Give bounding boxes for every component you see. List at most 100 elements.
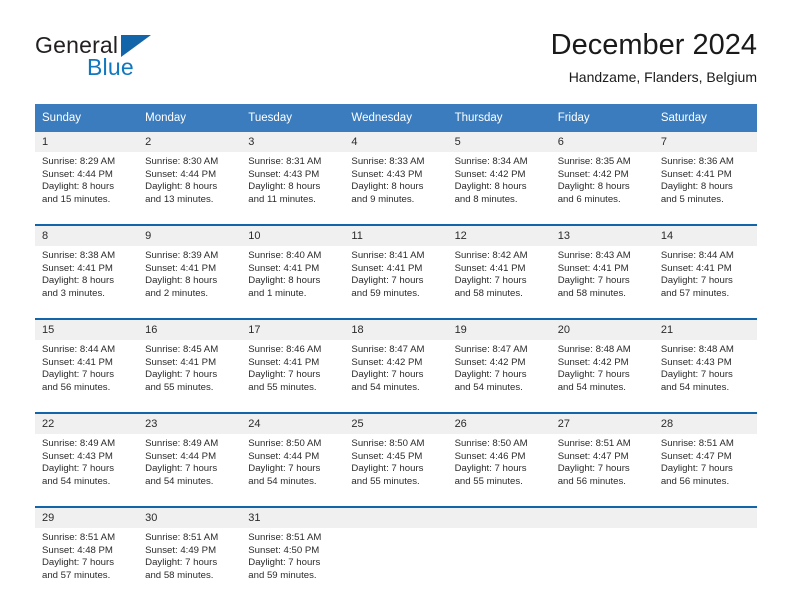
week-row-details: Sunrise: 8:38 AM Sunset: 4:41 PM Dayligh… — [35, 246, 757, 319]
day-number[interactable]: 27 — [550, 412, 654, 434]
day-number[interactable]: 15 — [35, 318, 139, 340]
day-cell[interactable]: Sunrise: 8:47 AM Sunset: 4:42 PM Dayligh… — [344, 340, 448, 413]
day-cell-empty — [550, 528, 654, 600]
day-number[interactable]: 11 — [344, 224, 448, 246]
daylight-text-line2: and 54 minutes. — [248, 475, 317, 487]
day-cell[interactable]: Sunrise: 8:35 AM Sunset: 4:42 PM Dayligh… — [550, 152, 654, 225]
day-cell[interactable]: Sunrise: 8:50 AM Sunset: 4:46 PM Dayligh… — [447, 434, 551, 507]
day-cell[interactable]: Sunrise: 8:48 AM Sunset: 4:42 PM Dayligh… — [550, 340, 654, 413]
sunset-text: Sunset: 4:42 PM — [454, 356, 526, 368]
day-number[interactable]: 20 — [550, 318, 654, 340]
day-number[interactable]: 5 — [447, 132, 551, 152]
weekday-header-saturday: Saturday — [653, 104, 757, 132]
day-number[interactable]: 10 — [241, 224, 345, 246]
daylight-text-line1: Daylight: 8 hours — [248, 181, 321, 193]
day-cell[interactable]: Sunrise: 8:30 AM Sunset: 4:44 PM Dayligh… — [138, 152, 242, 225]
day-number[interactable]: 9 — [138, 224, 242, 246]
sunrise-text: Sunrise: 8:51 AM — [248, 532, 322, 543]
daylight-text-line1: Daylight: 8 hours — [660, 181, 733, 193]
sunset-text: Sunset: 4:46 PM — [454, 450, 526, 462]
sunset-text: Sunset: 4:42 PM — [351, 356, 423, 368]
sunrise-text: Sunrise: 8:51 AM — [557, 438, 631, 449]
sunrise-text: Sunrise: 8:33 AM — [351, 156, 425, 167]
day-cell[interactable]: Sunrise: 8:41 AM Sunset: 4:41 PM Dayligh… — [344, 246, 448, 319]
daylight-text-line1: Daylight: 7 hours — [145, 557, 218, 569]
week-row-details: Sunrise: 8:44 AM Sunset: 4:41 PM Dayligh… — [35, 340, 757, 413]
day-cell[interactable]: Sunrise: 8:51 AM Sunset: 4:47 PM Dayligh… — [653, 434, 757, 507]
day-cell[interactable]: Sunrise: 8:36 AM Sunset: 4:41 PM Dayligh… — [653, 152, 757, 225]
day-cell[interactable]: Sunrise: 8:39 AM Sunset: 4:41 PM Dayligh… — [138, 246, 242, 319]
daylight-text-line1: Daylight: 7 hours — [351, 275, 424, 287]
sunset-text: Sunset: 4:50 PM — [248, 544, 320, 556]
day-cell[interactable]: Sunrise: 8:51 AM Sunset: 4:49 PM Dayligh… — [138, 528, 242, 600]
day-cell[interactable]: Sunrise: 8:34 AM Sunset: 4:42 PM Dayligh… — [447, 152, 551, 225]
day-cell[interactable]: Sunrise: 8:31 AM Sunset: 4:43 PM Dayligh… — [241, 152, 345, 225]
day-cell[interactable]: Sunrise: 8:49 AM Sunset: 4:43 PM Dayligh… — [35, 434, 139, 507]
sunrise-text: Sunrise: 8:35 AM — [557, 156, 631, 167]
sunrise-text: Sunrise: 8:34 AM — [454, 156, 528, 167]
daylight-text-line2: and 6 minutes. — [557, 193, 621, 205]
day-cell[interactable]: Sunrise: 8:51 AM Sunset: 4:50 PM Dayligh… — [241, 528, 345, 600]
day-number[interactable]: 2 — [138, 132, 242, 152]
day-number[interactable]: 18 — [344, 318, 448, 340]
day-number[interactable]: 28 — [653, 412, 757, 434]
day-cell[interactable]: Sunrise: 8:44 AM Sunset: 4:41 PM Dayligh… — [653, 246, 757, 319]
day-cell[interactable]: Sunrise: 8:49 AM Sunset: 4:44 PM Dayligh… — [138, 434, 242, 507]
sunrise-text: Sunrise: 8:51 AM — [145, 532, 219, 543]
day-number[interactable]: 31 — [241, 506, 345, 528]
day-cell[interactable]: Sunrise: 8:51 AM Sunset: 4:47 PM Dayligh… — [550, 434, 654, 507]
day-number[interactable]: 6 — [550, 132, 654, 152]
day-number[interactable]: 14 — [653, 224, 757, 246]
day-number[interactable]: 29 — [35, 506, 139, 528]
day-cell[interactable]: Sunrise: 8:46 AM Sunset: 4:41 PM Dayligh… — [241, 340, 345, 413]
daylight-text-line2: and 54 minutes. — [454, 381, 523, 393]
day-number[interactable]: 25 — [344, 412, 448, 434]
day-number[interactable]: 1 — [35, 132, 139, 152]
day-number[interactable]: 4 — [344, 132, 448, 152]
day-cell[interactable]: Sunrise: 8:29 AM Sunset: 4:44 PM Dayligh… — [35, 152, 139, 225]
daylight-text-line1: Daylight: 7 hours — [145, 369, 218, 381]
day-number-empty — [550, 506, 654, 528]
day-number[interactable]: 12 — [447, 224, 551, 246]
day-cell[interactable]: Sunrise: 8:38 AM Sunset: 4:41 PM Dayligh… — [35, 246, 139, 319]
day-number[interactable]: 21 — [653, 318, 757, 340]
day-number-empty — [447, 506, 551, 528]
sunrise-text: Sunrise: 8:45 AM — [145, 344, 219, 355]
day-number[interactable]: 16 — [138, 318, 242, 340]
day-number[interactable]: 19 — [447, 318, 551, 340]
day-number[interactable]: 23 — [138, 412, 242, 434]
daylight-text-line1: Daylight: 8 hours — [557, 181, 630, 193]
weekday-header-sunday: Sunday — [35, 104, 139, 132]
day-number[interactable]: 22 — [35, 412, 139, 434]
sunrise-text: Sunrise: 8:51 AM — [660, 438, 734, 449]
day-number[interactable]: 8 — [35, 224, 139, 246]
day-cell[interactable]: Sunrise: 8:40 AM Sunset: 4:41 PM Dayligh… — [241, 246, 345, 319]
day-cell[interactable]: Sunrise: 8:44 AM Sunset: 4:41 PM Dayligh… — [35, 340, 139, 413]
day-number[interactable]: 17 — [241, 318, 345, 340]
day-cell[interactable]: Sunrise: 8:47 AM Sunset: 4:42 PM Dayligh… — [447, 340, 551, 413]
day-cell[interactable]: Sunrise: 8:33 AM Sunset: 4:43 PM Dayligh… — [344, 152, 448, 225]
daylight-text-line1: Daylight: 7 hours — [351, 369, 424, 381]
day-cell[interactable]: Sunrise: 8:42 AM Sunset: 4:41 PM Dayligh… — [447, 246, 551, 319]
sunrise-text: Sunrise: 8:42 AM — [454, 250, 528, 261]
day-cell[interactable]: Sunrise: 8:43 AM Sunset: 4:41 PM Dayligh… — [550, 246, 654, 319]
day-number[interactable]: 3 — [241, 132, 345, 152]
day-cell[interactable]: Sunrise: 8:50 AM Sunset: 4:44 PM Dayligh… — [241, 434, 345, 507]
daylight-text-line1: Daylight: 8 hours — [248, 275, 321, 287]
sunset-text: Sunset: 4:41 PM — [42, 262, 113, 274]
day-number[interactable]: 30 — [138, 506, 242, 528]
daylight-text-line1: Daylight: 7 hours — [557, 275, 630, 287]
daylight-text-line2: and 58 minutes. — [557, 287, 626, 299]
daylight-text-line2: and 55 minutes. — [145, 381, 214, 393]
day-cell[interactable]: Sunrise: 8:50 AM Sunset: 4:45 PM Dayligh… — [344, 434, 448, 507]
general-blue-logo[interactable]: General Blue — [35, 32, 235, 84]
day-cell[interactable]: Sunrise: 8:51 AM Sunset: 4:48 PM Dayligh… — [35, 528, 139, 600]
day-number[interactable]: 7 — [653, 132, 757, 152]
sunset-text: Sunset: 4:47 PM — [557, 450, 629, 462]
day-number[interactable]: 24 — [241, 412, 345, 434]
day-cell[interactable]: Sunrise: 8:45 AM Sunset: 4:41 PM Dayligh… — [138, 340, 242, 413]
daylight-text-line2: and 55 minutes. — [454, 475, 523, 487]
day-cell[interactable]: Sunrise: 8:48 AM Sunset: 4:43 PM Dayligh… — [653, 340, 757, 413]
day-number[interactable]: 26 — [447, 412, 551, 434]
day-number[interactable]: 13 — [550, 224, 654, 246]
